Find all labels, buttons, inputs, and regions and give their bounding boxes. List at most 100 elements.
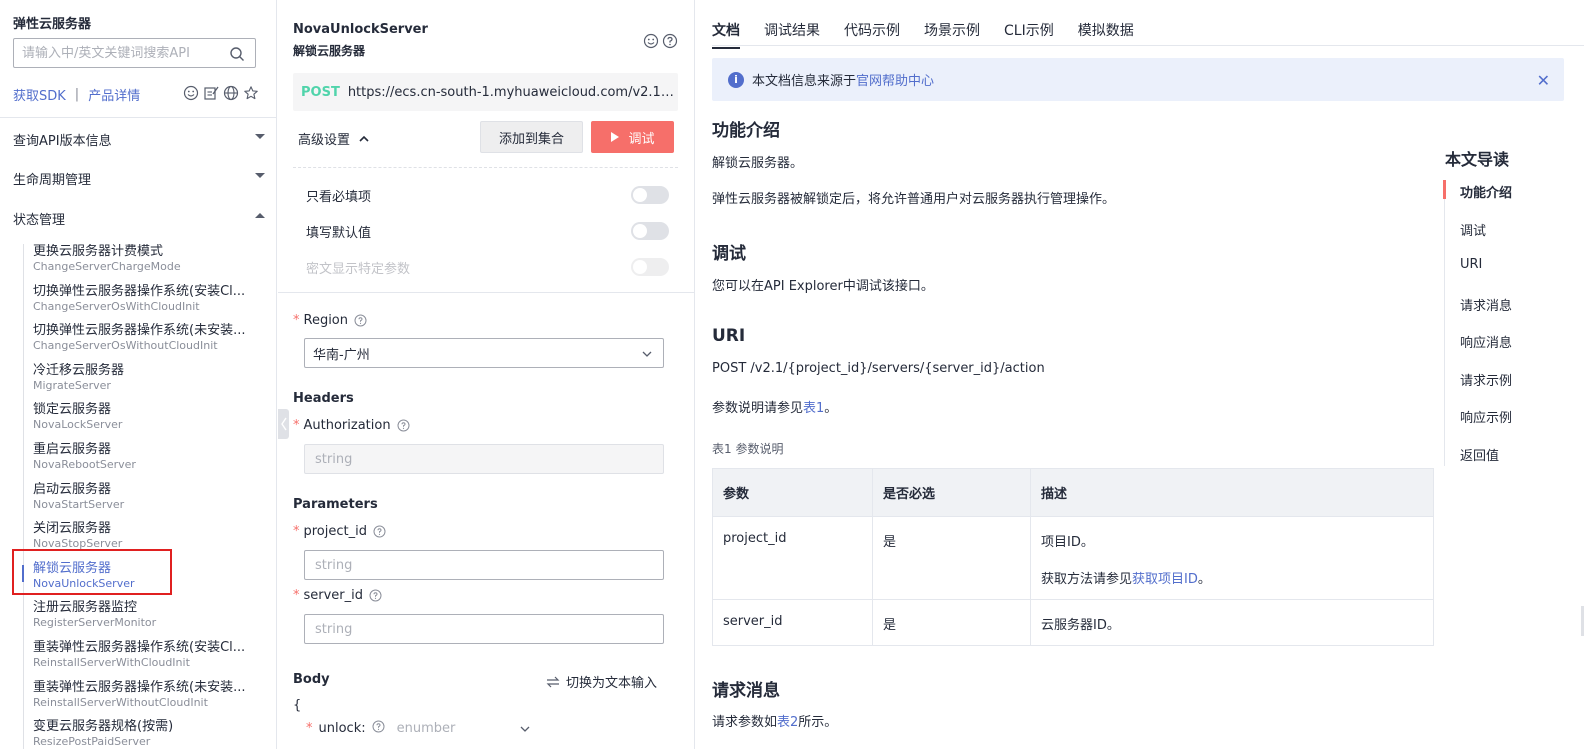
params-table: 参数 是否必选 描述 project_id 是 项目ID。 获取方法请参见获取项… bbox=[712, 468, 1434, 646]
product-detail-link[interactable]: 产品详情 bbox=[88, 85, 140, 104]
api-item-cn: 冷迁移云服务器 bbox=[33, 363, 125, 378]
api-item-en: ChangeServerChargeMode bbox=[33, 260, 181, 273]
advanced-settings-label: 高级设置 bbox=[298, 133, 351, 148]
panel-divider bbox=[278, 292, 694, 293]
api-item-reinstall-with-cloudinit[interactable]: 重装弹性云服务器操作系统(安装Cl... ReinstallServerWith… bbox=[33, 640, 263, 669]
caret-up-icon bbox=[255, 213, 265, 218]
request-prefix: 请求参数如 bbox=[712, 715, 778, 730]
caret-down-icon bbox=[255, 173, 265, 178]
help-center-link[interactable]: 官网帮助中心 bbox=[856, 70, 934, 89]
dashed-divider bbox=[293, 167, 678, 168]
region-select[interactable]: 华南-广州 bbox=[304, 338, 664, 368]
search-icon[interactable] bbox=[229, 46, 245, 62]
uri-ref-suffix: 。 bbox=[824, 401, 838, 416]
required-asterisk: * bbox=[293, 418, 300, 433]
advanced-settings-toggle[interactable]: 高级设置 bbox=[298, 129, 370, 148]
section-title-uri: URI bbox=[712, 326, 746, 346]
sidebar-title: 弹性云服务器 bbox=[13, 17, 92, 32]
category-status[interactable]: 状态管理 bbox=[13, 209, 265, 228]
toc-item-intro[interactable]: 功能介绍 bbox=[1460, 182, 1512, 201]
category-api-version[interactable]: 查询API版本信息 bbox=[13, 130, 265, 149]
star-favorite-icon[interactable] bbox=[242, 84, 259, 101]
api-item-reboot-server[interactable]: 重启云服务器 NovaRebootServer bbox=[33, 442, 263, 471]
api-item-change-os-without-cloudinit[interactable]: 切换弹性云服务器操作系统(未安装... ChangeServerOsWithou… bbox=[33, 323, 263, 352]
body-section-title: Body bbox=[293, 672, 330, 687]
unlock-label: unlock: bbox=[318, 721, 366, 736]
required-only-toggle[interactable] bbox=[631, 186, 669, 204]
api-search-box[interactable] bbox=[13, 38, 256, 68]
toc-item-request[interactable]: 请求消息 bbox=[1460, 295, 1512, 314]
api-cn-name: 解锁云服务器 bbox=[293, 44, 366, 58]
table-row: server_id 是 云服务器ID。 bbox=[712, 599, 1434, 646]
table2-link[interactable]: 表2 bbox=[777, 715, 798, 730]
smile-feedback-icon[interactable] bbox=[182, 84, 199, 101]
authorization-input[interactable]: string bbox=[304, 444, 664, 474]
api-search-input[interactable] bbox=[14, 39, 214, 67]
toc-item-response[interactable]: 响应消息 bbox=[1460, 332, 1512, 351]
section-title-debug: 调试 bbox=[712, 244, 746, 264]
category-lifecycle[interactable]: 生命周期管理 bbox=[13, 169, 265, 188]
caret-down-icon bbox=[255, 134, 265, 139]
cipher-display-toggle bbox=[631, 258, 669, 276]
toc-item-debug[interactable]: 调试 bbox=[1460, 220, 1486, 239]
table1-link[interactable]: 表1 bbox=[803, 401, 824, 416]
required-asterisk: * bbox=[306, 721, 313, 736]
desc-suffix: 。 bbox=[1197, 572, 1211, 587]
smile-feedback-icon[interactable] bbox=[643, 33, 659, 53]
api-item-change-os-with-cloudinit[interactable]: 切换弹性云服务器操作系统(安装Cl... ChangeServerOsWithC… bbox=[33, 284, 263, 313]
get-sdk-link[interactable]: 获取SDK bbox=[13, 85, 66, 104]
api-item-cn: 关闭云服务器 bbox=[33, 521, 112, 536]
question-icon[interactable] bbox=[354, 314, 367, 327]
api-item-start-server[interactable]: 启动云服务器 NovaStartServer bbox=[33, 482, 263, 511]
api-item-lock-server[interactable]: 锁定云服务器 NovaLockServer bbox=[33, 402, 263, 431]
question-icon[interactable] bbox=[397, 419, 410, 432]
option-fill-defaults: 填写默认值 bbox=[306, 222, 669, 242]
help-icon[interactable] bbox=[662, 33, 678, 53]
chevron-down-icon bbox=[520, 726, 530, 732]
toc-item-return-value[interactable]: 返回值 bbox=[1460, 445, 1499, 464]
close-icon[interactable]: ✕ bbox=[1537, 71, 1550, 90]
request-url-bar: POST https://ecs.cn-south-1.myhuaweiclou… bbox=[293, 73, 678, 111]
add-to-collection-button[interactable]: 添加到集合 bbox=[480, 121, 583, 153]
api-item-migrate-server[interactable]: 冷迁移云服务器 MigrateServer bbox=[33, 363, 263, 392]
fill-defaults-toggle[interactable] bbox=[631, 222, 669, 240]
switch-text-input-button[interactable]: 切换为文本输入 bbox=[546, 672, 657, 691]
api-item-en: RegisterServerMonitor bbox=[33, 616, 157, 629]
api-item-stop-server[interactable]: 关闭云服务器 NovaStopServer bbox=[33, 521, 263, 550]
api-item-register-monitor[interactable]: 注册云服务器监控 RegisterServerMonitor bbox=[33, 600, 263, 629]
notice-text: 本文档信息来源于 bbox=[752, 74, 857, 89]
swap-icon bbox=[546, 676, 560, 687]
debug-button[interactable]: 调试 bbox=[591, 121, 674, 153]
request-url: https://ecs.cn-south-1.myhuaweicloud.com… bbox=[347, 84, 678, 100]
edit-note-icon[interactable] bbox=[202, 84, 219, 101]
question-icon[interactable] bbox=[372, 720, 385, 737]
toc-item-request-example[interactable]: 请求示例 bbox=[1460, 370, 1512, 389]
cell-desc: 项目ID。 获取方法请参见获取项目ID。 bbox=[1030, 516, 1434, 600]
required-asterisk: * bbox=[293, 313, 300, 328]
cell-required: 是 bbox=[872, 516, 1031, 600]
table-caption: 表1 参数说明 bbox=[712, 442, 784, 456]
api-item-cn: 启动云服务器 bbox=[33, 482, 112, 497]
project-id-input[interactable]: string bbox=[304, 550, 664, 580]
toc-rail bbox=[1444, 180, 1445, 466]
question-icon[interactable] bbox=[373, 525, 386, 538]
authorization-label-text: Authorization bbox=[303, 418, 391, 433]
globe-icon[interactable] bbox=[222, 84, 239, 101]
chevron-down-icon bbox=[642, 351, 652, 357]
table-header-desc: 描述 bbox=[1030, 468, 1434, 517]
api-item-change-charge-mode[interactable]: 更换云服务器计费模式 ChangeServerChargeMode bbox=[33, 244, 263, 273]
server-id-input[interactable]: string bbox=[304, 614, 664, 644]
body-brace-open: { bbox=[293, 698, 302, 713]
category-label: 查询API版本信息 bbox=[13, 134, 112, 149]
api-item-en: ReinstallServerWithoutCloudInit bbox=[33, 696, 208, 709]
unlock-select[interactable]: enumber bbox=[397, 721, 456, 736]
api-item-resize-postpaid[interactable]: 变更云服务器规格(按需) ResizePostPaidServer bbox=[33, 719, 263, 748]
toc-item-uri[interactable]: URI bbox=[1460, 257, 1482, 272]
api-item-reinstall-without-cloudinit[interactable]: 重装弹性云服务器操作系统(未安装... ReinstallServerWitho… bbox=[33, 680, 263, 709]
api-item-cn: 重装弹性云服务器操作系统(未安装... bbox=[33, 680, 246, 695]
question-icon[interactable] bbox=[369, 589, 382, 602]
toc-item-response-example[interactable]: 响应示例 bbox=[1460, 407, 1512, 426]
chevron-up-icon bbox=[359, 135, 369, 142]
get-project-id-link[interactable]: 获取项目ID bbox=[1132, 572, 1198, 587]
panel-collapse-handle[interactable] bbox=[278, 409, 289, 439]
